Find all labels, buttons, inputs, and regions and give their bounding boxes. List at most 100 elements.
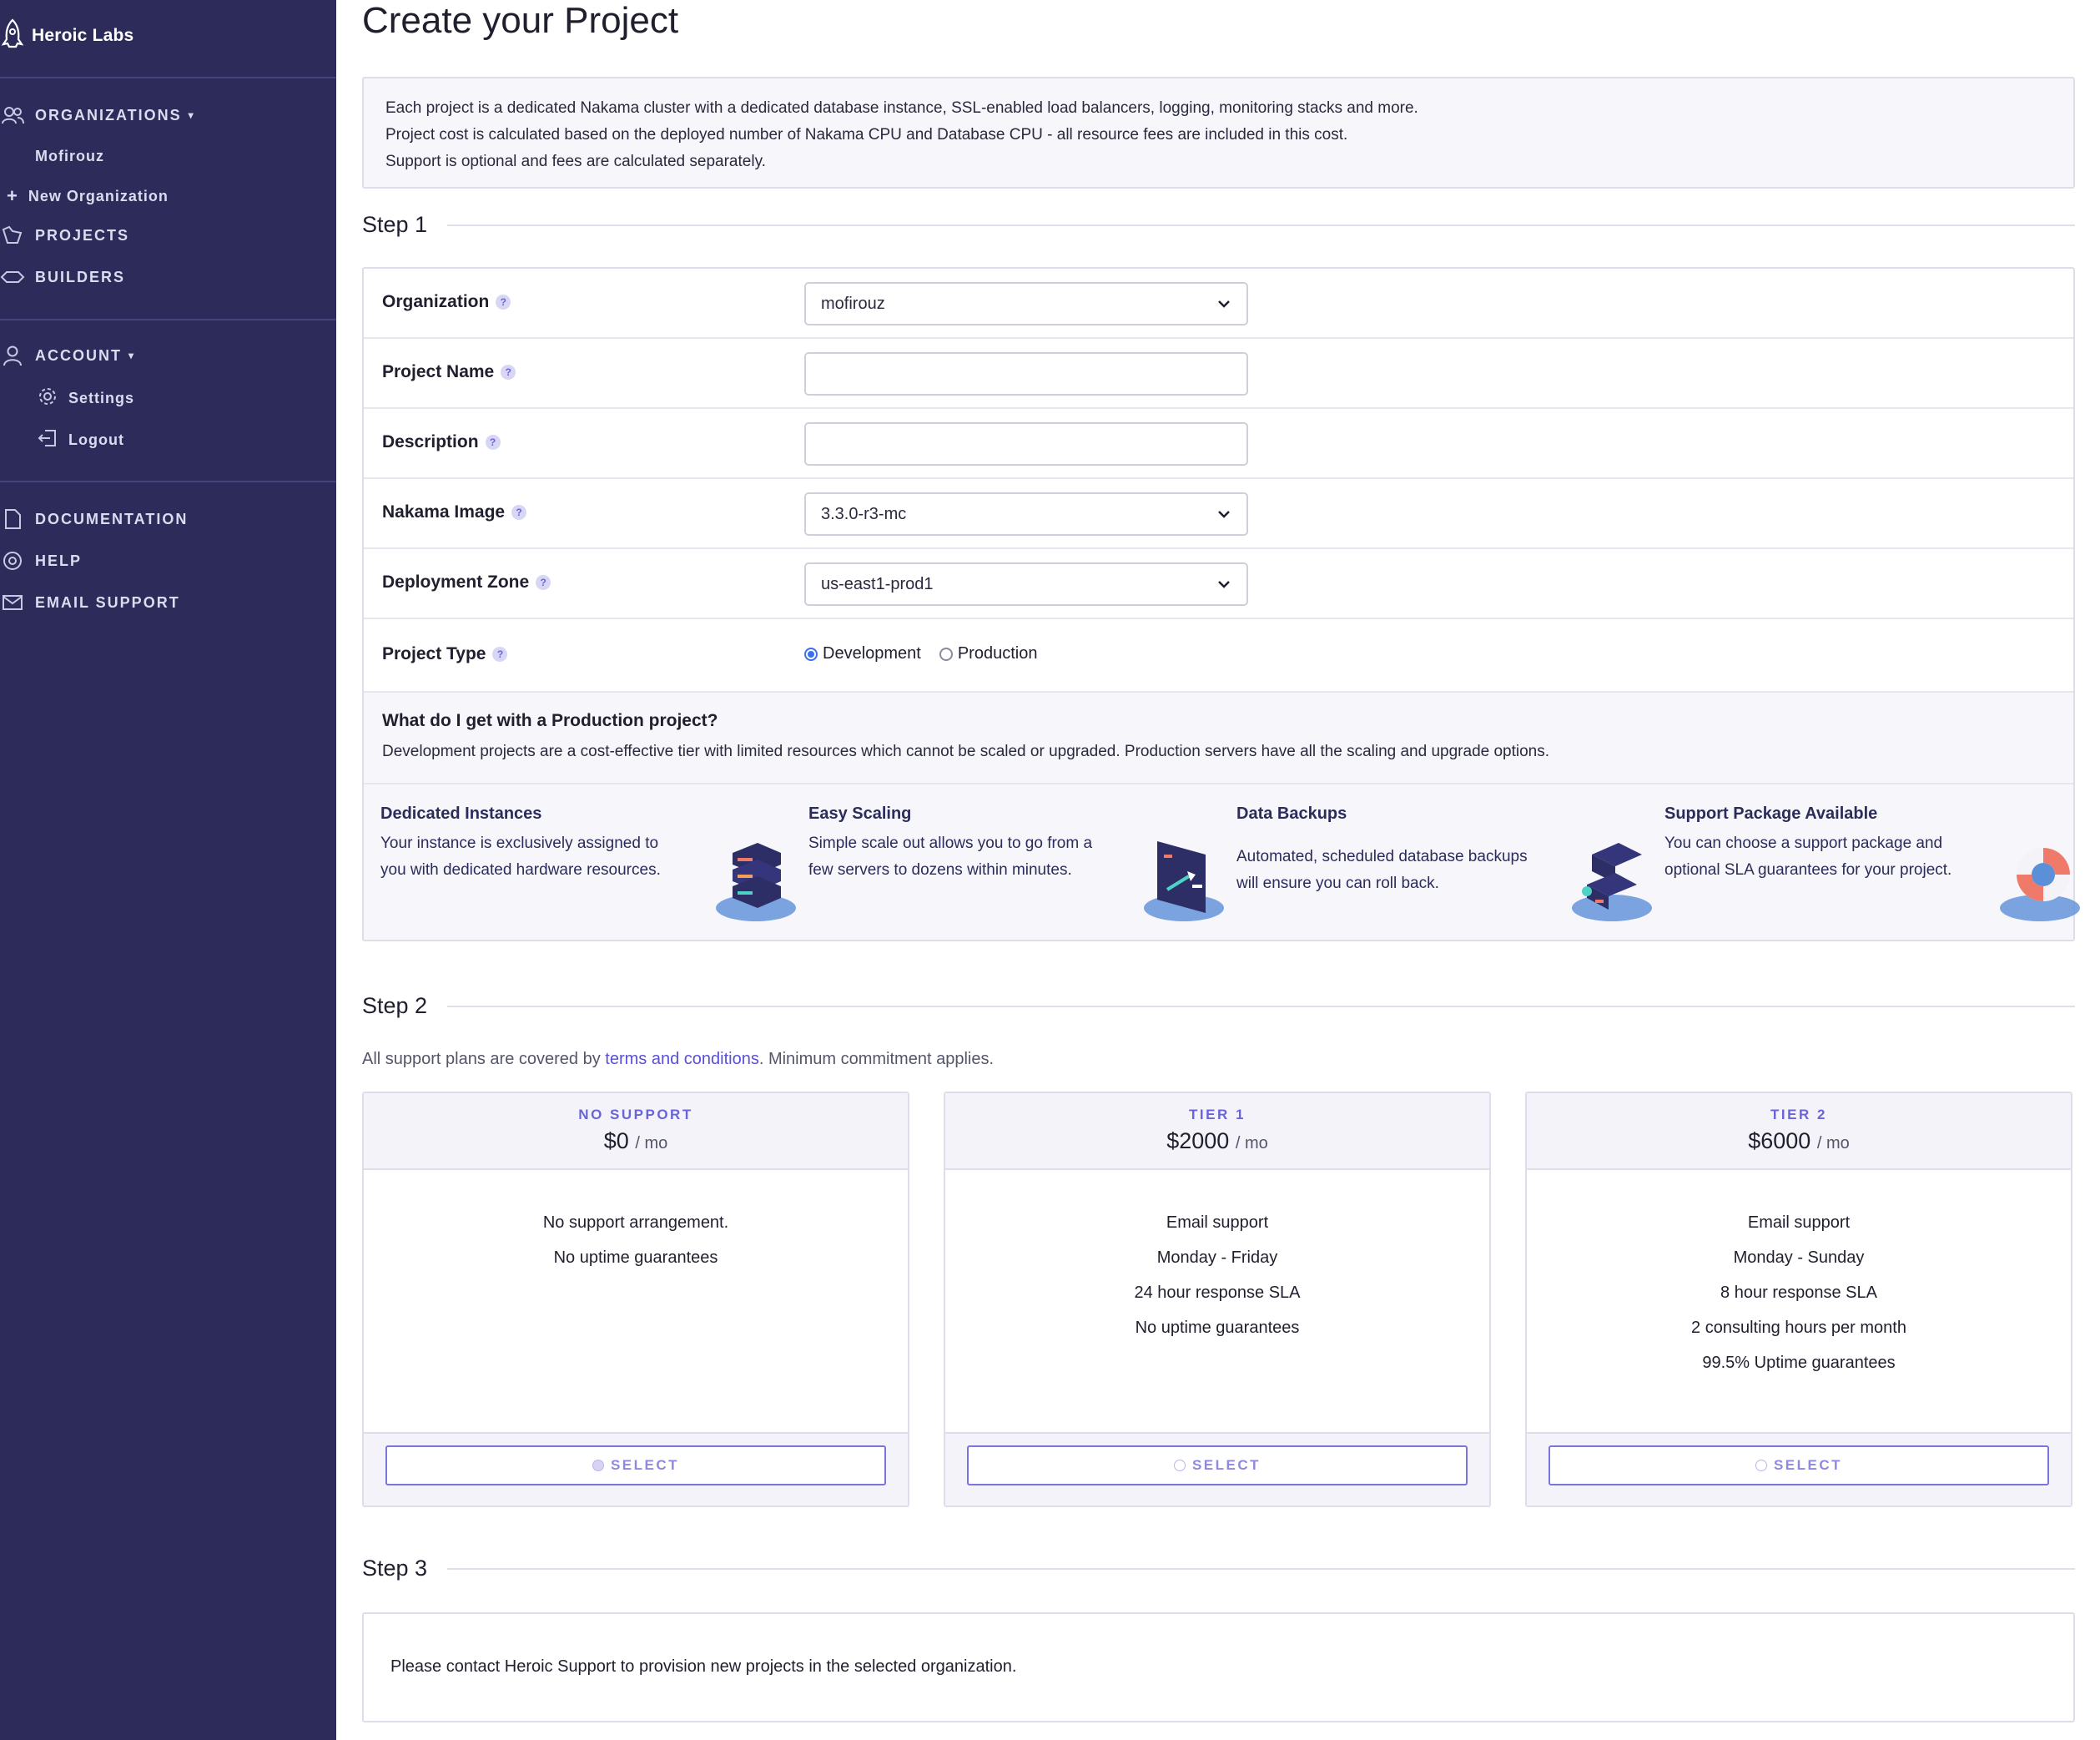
help-dot-icon[interactable]: ? xyxy=(511,505,527,520)
sidebar-item-label: HELP xyxy=(35,552,83,569)
plan-price: $6000 / mo xyxy=(1527,1128,2071,1154)
feature-text: Your instance is exclusively assigned to… xyxy=(380,835,661,879)
form-row-description: Description ? xyxy=(364,409,2073,479)
sidebar-item-label: DOCUMENTATION xyxy=(35,510,189,527)
terms-and-conditions-link[interactable]: terms and conditions xyxy=(605,1050,759,1068)
plan-feature: 99.5% Uptime guarantees xyxy=(1702,1354,1896,1372)
organization-value: mofirouz xyxy=(821,294,885,313)
sidebar-item-organizations[interactable]: ORGANIZATIONS ▾ xyxy=(0,102,195,129)
projects-icon xyxy=(0,223,25,248)
plan-card-tier-2: TIER 2 $6000 / mo Email support Monday -… xyxy=(1525,1092,2072,1507)
sidebar-item-help[interactable]: HELP xyxy=(0,547,82,574)
description-label: Description ? xyxy=(382,432,501,452)
price-amount: $6000 xyxy=(1748,1128,1811,1153)
radio-production[interactable]: Production xyxy=(939,644,1037,663)
organization-select[interactable]: mofirouz xyxy=(804,282,1248,325)
radio-unselected-icon xyxy=(939,647,953,661)
logout-label: Logout xyxy=(68,431,124,448)
rocket-icon xyxy=(0,18,25,55)
sidebar-item-settings[interactable]: Settings xyxy=(37,386,134,411)
sidebar-item-email-support[interactable]: EMAIL SUPPORT xyxy=(0,589,180,616)
step-divider xyxy=(447,1567,2075,1570)
radio-selected-icon xyxy=(592,1460,604,1471)
plan-tier: TIER 1 xyxy=(1189,1107,1246,1122)
price-period: / mo xyxy=(1235,1134,1268,1152)
step-3-box: Please contact Heroic Support to provisi… xyxy=(362,1612,2075,1722)
new-organization-link[interactable]: + New Organization xyxy=(7,184,169,209)
intro-text: All support plans are covered by xyxy=(362,1050,606,1068)
plan-features: No support arrangement. No uptime guaran… xyxy=(364,1170,908,1430)
select-tier-2-button[interactable]: SELECT xyxy=(1549,1445,2049,1485)
server-stack-illustration-icon xyxy=(716,843,796,921)
nakama-image-select[interactable]: 3.3.0-r3-mc xyxy=(804,492,1248,536)
feature-data-backups: Data Backups Automated, scheduled databa… xyxy=(1236,804,1654,930)
plan-card-no-support: NO SUPPORT $0 / mo No support arrangemen… xyxy=(362,1092,909,1507)
nakama-image-value: 3.3.0-r3-mc xyxy=(821,504,907,523)
field-label: Nakama Image xyxy=(382,502,506,522)
nakama-image-label: Nakama Image ? xyxy=(382,502,527,522)
sidebar-item-builders[interactable]: BUILDERS xyxy=(0,264,125,290)
plan-feature: No support arrangement. xyxy=(542,1213,729,1232)
field-label: Organization xyxy=(382,292,490,311)
help-dot-icon[interactable]: ? xyxy=(501,365,516,380)
sidebar-item-logout[interactable]: Logout xyxy=(37,427,124,452)
description-input[interactable] xyxy=(804,422,1248,466)
database-backup-illustration-icon xyxy=(1572,843,1652,921)
sidebar-org-mofirouz[interactable]: Mofirouz xyxy=(35,144,104,169)
production-question: What do I get with a Production project? xyxy=(382,711,718,730)
plan-tier: TIER 2 xyxy=(1770,1107,1827,1122)
button-label: SELECT xyxy=(1773,1457,1843,1473)
feature-easy-scaling: Easy Scaling Simple scale out allows you… xyxy=(808,804,1226,930)
plan-price: $2000 / mo xyxy=(945,1128,1489,1154)
select-no-support-button[interactable]: SELECT xyxy=(385,1445,886,1485)
feature-text: Automated, scheduled database backups wi… xyxy=(1236,848,1528,892)
brand-logo[interactable]: Heroic Labs xyxy=(0,18,133,53)
plan-header: NO SUPPORT $0 / mo xyxy=(364,1093,908,1170)
feature-title: Data Backups xyxy=(1236,804,1347,823)
plan-footer: SELECT xyxy=(945,1432,1489,1505)
sidebar-divider xyxy=(0,319,336,320)
feature-text: Simple scale out allows you to go from a… xyxy=(808,835,1093,879)
radio-label: Development xyxy=(823,644,921,663)
plan-features: Email support Monday - Sunday 8 hour res… xyxy=(1527,1170,2071,1430)
sidebar-item-account[interactable]: ACCOUNT ▾ xyxy=(0,342,135,369)
step-1-label: Step 1 xyxy=(362,212,428,237)
button-label: SELECT xyxy=(1191,1457,1262,1473)
sidebar-divider xyxy=(0,77,336,78)
help-dot-icon[interactable]: ? xyxy=(536,575,551,590)
project-name-input[interactable] xyxy=(804,352,1248,396)
organization-label: Organization ? xyxy=(382,292,511,312)
radio-development[interactable]: Development xyxy=(804,644,921,663)
support-plans-intro: All support plans are covered by terms a… xyxy=(362,1050,994,1069)
feature-title: Dedicated Instances xyxy=(380,804,542,823)
deployment-zone-select[interactable]: us-east1-prod1 xyxy=(804,562,1248,606)
select-tier-1-button[interactable]: SELECT xyxy=(967,1445,1468,1485)
plan-header: TIER 2 $6000 / mo xyxy=(1527,1093,2071,1170)
radio-unselected-icon xyxy=(1173,1460,1186,1471)
help-dot-icon[interactable]: ? xyxy=(492,647,508,662)
chevron-down-icon xyxy=(1218,511,1230,518)
panel-divider xyxy=(364,783,2073,784)
field-label: Deployment Zone xyxy=(382,572,530,592)
page-title: Create your Project xyxy=(362,0,679,41)
field-label: Project Name xyxy=(382,362,495,381)
sidebar: Heroic Labs ORGANIZATIONS ▾ Mofirouz + N… xyxy=(0,0,336,1740)
gear-icon xyxy=(37,386,58,411)
project-form: Organization ? mofirouz Project Name ? D… xyxy=(362,267,2080,941)
plan-footer: SELECT xyxy=(1527,1432,2071,1505)
sidebar-divider xyxy=(0,481,336,482)
org-name: Mofirouz xyxy=(35,147,104,164)
feature-title: Support Package Available xyxy=(1664,804,1878,823)
sidebar-item-documentation[interactable]: DOCUMENTATION xyxy=(0,506,188,532)
intro-text: . Minimum commitment applies. xyxy=(758,1050,995,1068)
help-dot-icon[interactable]: ? xyxy=(496,295,511,310)
settings-label: Settings xyxy=(68,389,135,406)
production-description: Development projects are a cost-effectiv… xyxy=(382,743,1550,760)
brand-name: Heroic Labs xyxy=(32,26,134,45)
radio-unselected-icon xyxy=(1755,1460,1767,1471)
form-row-project-name: Project Name ? xyxy=(364,339,2073,409)
help-dot-icon[interactable]: ? xyxy=(485,435,501,450)
chevron-down-icon xyxy=(1218,300,1230,308)
sidebar-item-projects[interactable]: PROJECTS xyxy=(0,222,129,249)
project-type-radio-group: Development Production xyxy=(804,644,1037,663)
